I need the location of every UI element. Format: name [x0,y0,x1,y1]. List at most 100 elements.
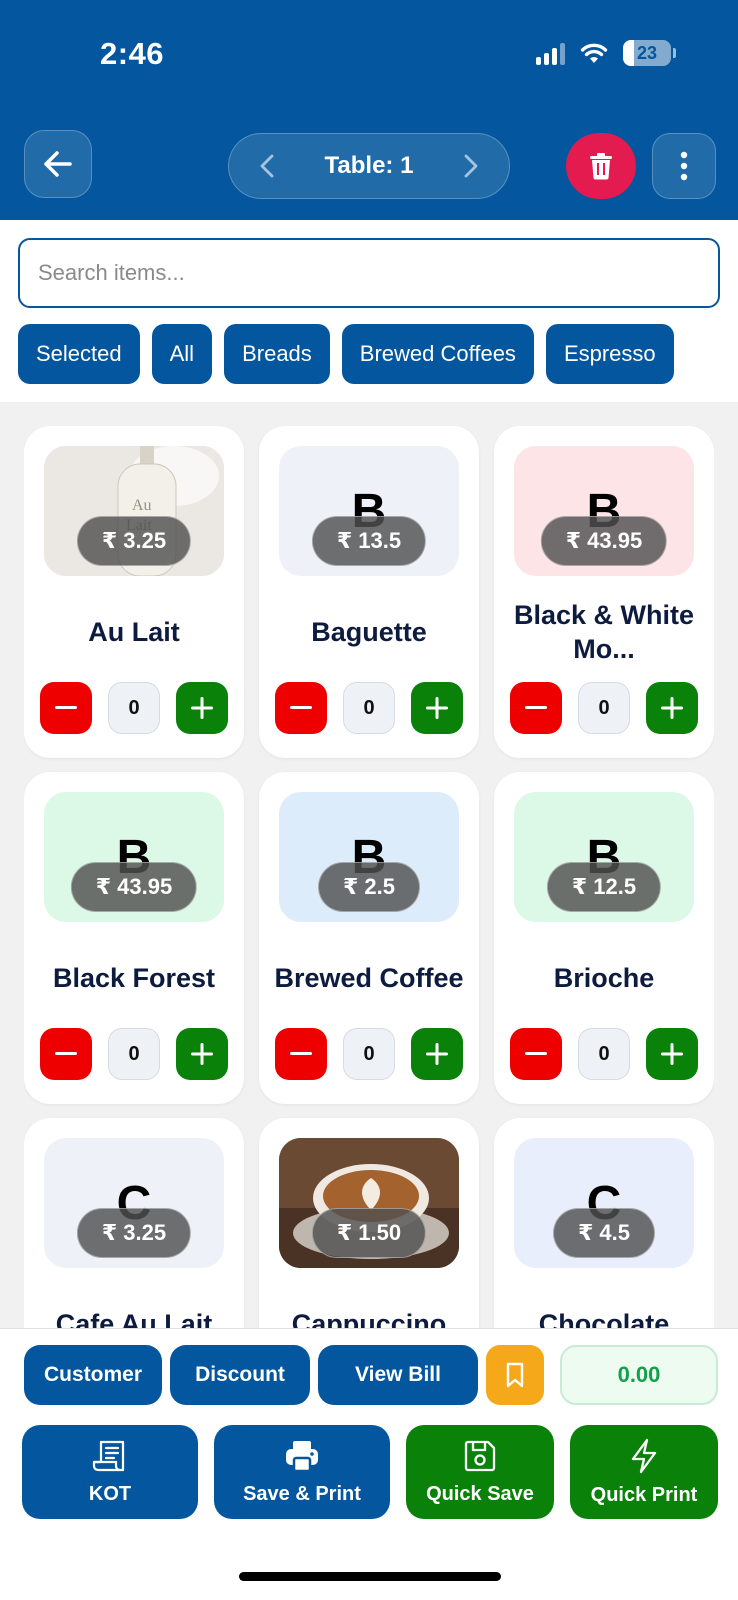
category-tabs: Selected All Breads Brewed Coffees Espre… [18,324,674,384]
increase-quantity-button[interactable] [411,682,463,734]
chevron-right-icon[interactable] [463,153,479,179]
item-card[interactable]: C ₹ 3.25 Cafe Au Lait 0 [24,1118,244,1328]
plus-icon [426,697,448,719]
quick-save-label: Quick Save [426,1482,534,1505]
kot-label: KOT [88,1482,132,1505]
quick-print-button[interactable]: Quick Print [570,1425,718,1519]
quantity-value[interactable]: 0 [343,1028,395,1080]
item-name: Brioche [553,963,655,993]
more-options-button[interactable] [652,133,716,199]
cellular-signal-icon [536,41,565,65]
quantity-stepper: 0 [510,682,698,734]
discount-button[interactable]: Discount [170,1345,310,1405]
item-name: Black & White Mo... [513,600,695,664]
item-card[interactable]: ₹ 1.50 Cappuccino 0 [259,1118,479,1328]
item-thumbnail: ₹ 1.50 [279,1138,459,1268]
item-price: ₹ 43.95 [540,516,668,566]
quick-save-button[interactable]: Quick Save [406,1425,554,1519]
trash-icon [590,153,612,180]
minus-icon [290,706,312,709]
save-icon [464,1440,496,1471]
svg-text:Au: Au [132,497,152,514]
decrease-quantity-button[interactable] [510,682,562,734]
view-bill-button[interactable]: View Bill [318,1345,478,1405]
item-thumbnail: B ₹ 2.5 [279,792,459,922]
increase-quantity-button[interactable] [176,682,228,734]
search-input[interactable] [18,238,720,308]
item-name: Cafe Au Lait [55,1309,213,1328]
category-chip-breads[interactable]: Breads [224,324,330,384]
category-chip-all[interactable]: All [151,324,213,384]
quantity-stepper: 0 [275,682,463,734]
item-name: Brewed Coffee [274,963,464,993]
quantity-value[interactable]: 0 [108,1028,160,1080]
status-icons: 23 [536,40,676,66]
item-price: ₹ 2.5 [317,862,421,912]
battery-level: 23 [636,42,658,63]
save-print-label: Save & Print [243,1482,361,1505]
item-thumbnail: Au Lait ₹ 3.25 [44,446,224,576]
order-total: 0.00 [560,1345,718,1405]
quantity-stepper: 0 [40,1028,228,1080]
quantity-value[interactable]: 0 [108,682,160,734]
category-chip-brewed-coffees[interactable]: Brewed Coffees [341,324,534,384]
increase-quantity-button[interactable] [646,682,698,734]
back-button[interactable] [24,130,92,198]
increase-quantity-button[interactable] [646,1028,698,1080]
decrease-quantity-button[interactable] [40,682,92,734]
minus-icon [55,706,77,709]
category-chip-selected[interactable]: Selected [18,324,140,384]
item-name: Baguette [311,617,427,647]
printer-icon [286,1440,318,1472]
table-label: Table: 1 [324,152,414,179]
status-time: 2:46 [100,36,165,71]
increase-quantity-button[interactable] [411,1028,463,1080]
item-thumbnail: B ₹ 12.5 [514,792,694,922]
plus-icon [661,1043,683,1065]
category-chip-espresso[interactable]: Espresso [545,324,674,384]
quick-print-label: Quick Print [590,1483,698,1506]
item-card[interactable]: Au Lait ₹ 3.25 Au Lait 0 [24,426,244,758]
quantity-stepper: 0 [510,1028,698,1080]
plus-icon [661,697,683,719]
minus-icon [525,1052,547,1055]
item-card[interactable]: B ₹ 43.95 Black Forest 0 [24,772,244,1104]
battery-icon: 23 [623,40,676,66]
item-card[interactable]: B ₹ 2.5 Brewed Coffee 0 [259,772,479,1104]
kot-button[interactable]: KOT [22,1425,198,1519]
item-name: Black Forest [52,963,216,993]
save-print-button[interactable]: Save & Print [214,1425,390,1519]
quantity-value[interactable]: 0 [343,682,395,734]
decrease-quantity-button[interactable] [40,1028,92,1080]
receipt-icon [92,1440,125,1471]
item-card[interactable]: C ₹ 4.5 Chocolate 0 [494,1118,714,1328]
item-price: ₹ 12.5 [546,862,662,912]
item-grid: Au Lait ₹ 3.25 Au Lait 0 B ₹ 13.5 Baguet… [24,426,714,1328]
item-thumbnail: C ₹ 3.25 [44,1138,224,1268]
search-section: Selected All Breads Brewed Coffees Espre… [0,220,738,402]
delete-button[interactable] [566,133,636,199]
more-vertical-icon [680,151,688,181]
bookmark-button[interactable] [486,1345,544,1405]
decrease-quantity-button[interactable] [275,682,327,734]
table-selector: Table: 1 [228,133,510,199]
item-price: ₹ 3.25 [76,516,192,566]
bottom-action-bar: Customer Discount View Bill 0.00 KOT Sav… [0,1328,738,1600]
increase-quantity-button[interactable] [176,1028,228,1080]
quantity-stepper: 0 [275,1028,463,1080]
item-card[interactable]: B ₹ 12.5 Brioche 0 [494,772,714,1104]
lightning-icon [631,1438,657,1473]
item-thumbnail: B ₹ 43.95 [514,446,694,576]
item-card[interactable]: B ₹ 13.5 Baguette 0 [259,426,479,758]
customer-button[interactable]: Customer [24,1345,162,1405]
minus-icon [55,1052,77,1055]
item-price: ₹ 13.5 [311,516,427,566]
quantity-value[interactable]: 0 [578,682,630,734]
item-name: Chocolate [538,1309,670,1328]
decrease-quantity-button[interactable] [510,1028,562,1080]
item-card[interactable]: B ₹ 43.95 Black & White Mo... 0 [494,426,714,758]
minus-icon [525,706,547,709]
decrease-quantity-button[interactable] [275,1028,327,1080]
quantity-value[interactable]: 0 [578,1028,630,1080]
chevron-left-icon[interactable] [259,153,275,179]
